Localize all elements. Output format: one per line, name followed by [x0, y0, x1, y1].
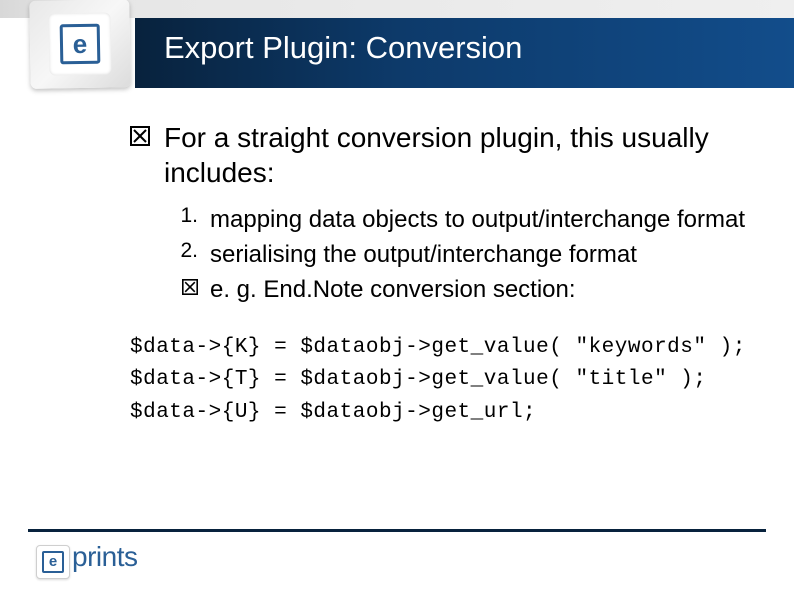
footer-logo: e prints: [36, 541, 137, 579]
sub-item-text: serialising the output/interchange forma…: [210, 239, 637, 270]
x-box-icon: [182, 279, 198, 295]
main-bullet-text: For a straight conversion plugin, this u…: [164, 120, 764, 190]
footer-divider: [28, 529, 766, 532]
main-bullet: For a straight conversion plugin, this u…: [130, 120, 764, 190]
list-marker: 1.: [170, 204, 198, 228]
footer-brand-text: prints: [72, 541, 137, 573]
slide-footer: e prints: [0, 529, 794, 595]
x-box-icon: [130, 126, 150, 146]
list-marker: 2.: [170, 239, 198, 263]
eprints-e-icon: e: [60, 24, 101, 65]
footer-e-tile: e: [36, 545, 70, 579]
sub-item-text: e. g. End.Note conversion section:: [210, 274, 576, 305]
slide-header: e Export Plugin: Conversion: [0, 0, 794, 88]
eprints-e-icon: e: [42, 551, 64, 573]
header-logo-inner: e: [48, 12, 111, 75]
slide-content: For a straight conversion plugin, this u…: [130, 120, 764, 429]
sub-item-1: 1. mapping data objects to output/interc…: [170, 204, 764, 235]
sub-item-3: e. g. End.Note conversion section:: [170, 274, 764, 305]
sub-item-2: 2. serialising the output/interchange fo…: [170, 239, 764, 270]
header-logo-tile: e: [29, 0, 131, 89]
code-sample: $data->{K} = $dataobj->get_value( "keywo…: [130, 332, 764, 430]
slide-title: Export Plugin: Conversion: [164, 30, 522, 66]
sub-list: 1. mapping data objects to output/interc…: [170, 204, 764, 306]
sub-item-text: mapping data objects to output/interchan…: [210, 204, 745, 235]
